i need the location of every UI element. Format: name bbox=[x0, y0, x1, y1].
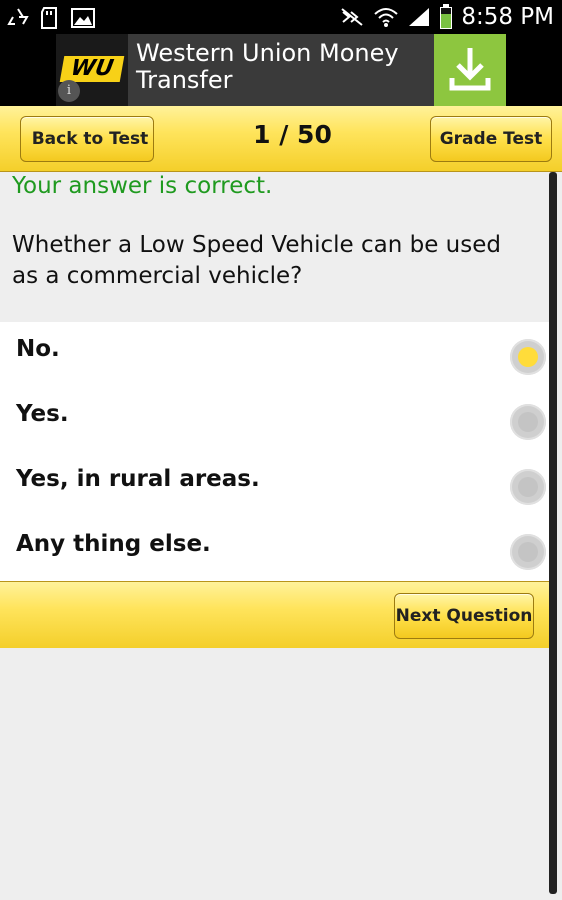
ad-banner[interactable]: WU i Western Union Money Transfer bbox=[0, 34, 562, 106]
radio-button[interactable] bbox=[510, 404, 546, 440]
test-toolbar: Back to Test 1 / 50 Grade Test bbox=[0, 106, 562, 172]
mute-icon bbox=[341, 8, 363, 26]
back-to-test-label: Back to Test bbox=[31, 129, 149, 149]
question-footer: Next Question bbox=[0, 581, 552, 648]
status-system: 8:58 PM bbox=[339, 2, 554, 32]
grade-test-button[interactable]: Grade Test bbox=[430, 116, 552, 162]
answer-options: No. Yes. Yes, in rural areas. Any thing … bbox=[0, 322, 550, 581]
status-bar: 8:58 PM bbox=[0, 0, 562, 34]
question-counter: 1 / 50 bbox=[253, 120, 332, 149]
option-label: Yes, in rural areas. bbox=[16, 466, 260, 492]
signal-icon bbox=[409, 8, 430, 26]
radio-button[interactable] bbox=[510, 534, 546, 570]
info-icon[interactable]: i bbox=[58, 80, 80, 102]
option-yes-rural[interactable]: Yes, in rural areas. bbox=[0, 452, 550, 516]
radio-dot bbox=[518, 412, 538, 432]
radio-button-selected[interactable] bbox=[510, 339, 546, 375]
download-icon bbox=[449, 48, 491, 91]
back-to-test-button[interactable]: Back to Test bbox=[2, 116, 154, 162]
western-union-logo: WU i bbox=[56, 34, 128, 106]
grade-test-label: Grade Test bbox=[439, 129, 543, 149]
radio-button[interactable] bbox=[510, 469, 546, 505]
wifi-icon bbox=[374, 8, 398, 27]
scrollbar[interactable] bbox=[549, 172, 557, 894]
next-question-button[interactable]: Next Question bbox=[394, 593, 552, 639]
option-label: Yes. bbox=[16, 401, 69, 427]
ad-content[interactable]: WU i Western Union Money Transfer bbox=[56, 34, 506, 106]
status-time: 8:58 PM bbox=[461, 4, 554, 30]
option-anything-else[interactable]: Any thing else. bbox=[0, 517, 550, 581]
download-button[interactable] bbox=[434, 34, 506, 106]
next-question-label: Next Question bbox=[395, 606, 533, 626]
option-label: Any thing else. bbox=[16, 531, 211, 557]
option-yes[interactable]: Yes. bbox=[0, 387, 550, 451]
image-icon bbox=[71, 8, 95, 28]
option-label: No. bbox=[16, 336, 60, 362]
battery-icon bbox=[440, 4, 453, 29]
recycle-icon bbox=[7, 8, 29, 25]
status-notifications bbox=[6, 6, 96, 30]
option-no[interactable]: No. bbox=[0, 322, 550, 386]
ad-title[interactable]: Western Union Money Transfer bbox=[136, 40, 426, 94]
wu-logo-text: WU bbox=[59, 56, 125, 82]
answer-feedback: Your answer is correct. bbox=[12, 173, 273, 199]
radio-dot bbox=[518, 542, 538, 562]
sd-card-icon bbox=[41, 7, 57, 29]
radio-dot bbox=[518, 347, 538, 367]
question-text: Whether a Low Speed Vehicle can be used … bbox=[12, 232, 501, 289]
radio-dot bbox=[518, 477, 538, 497]
